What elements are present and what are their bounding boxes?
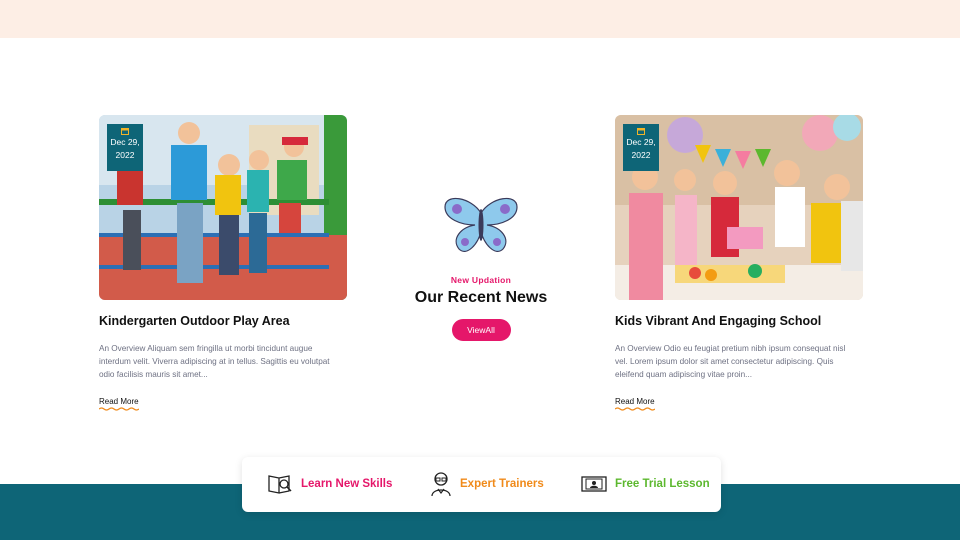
date-badge: Dec 29, 2022 [107, 124, 143, 171]
news-card-2-photo[interactable]: Dec 29, 2022 [615, 115, 863, 300]
trainer-icon [431, 472, 451, 497]
top-band [0, 0, 960, 38]
wavy-underline [615, 407, 655, 411]
date-line-2: 2022 [631, 150, 651, 160]
news-card-2-text: An Overview Odio eu feugiat pretium nibh… [615, 344, 846, 379]
date-badge: Dec 29, 2022 [623, 124, 659, 171]
read-more-link-2[interactable]: Read More [615, 397, 655, 411]
feature-label: Expert Trainers [460, 478, 544, 490]
news-card-1-photo[interactable]: Dec 29, 2022 [99, 115, 347, 300]
features-bar: Learn New Skills Expert Trainers Free Tr… [242, 457, 721, 512]
view-all-button[interactable]: ViewAll [451, 319, 511, 341]
read-more-label: Read More [99, 397, 139, 406]
news-card-1-title[interactable]: Kindergarten Outdoor Play Area [99, 314, 347, 328]
calendar-icon [637, 128, 645, 135]
read-more-label: Read More [615, 397, 655, 406]
feature-label: Learn New Skills [301, 478, 393, 490]
book-search-icon [268, 475, 292, 494]
feature-label: Free Trial Lesson [615, 478, 710, 490]
date-line-1: Dec 29, [110, 137, 140, 147]
feature-free-trial-lesson[interactable]: Free Trial Lesson [581, 471, 710, 497]
news-card-2-title[interactable]: Kids Vibrant And Engaging School [615, 314, 863, 328]
video-lesson-icon [581, 476, 607, 492]
wavy-underline [99, 407, 139, 411]
read-more-link-1[interactable]: Read More [99, 397, 139, 411]
feature-learn-new-skills[interactable]: Learn New Skills [267, 471, 392, 497]
section-kicker: New Updation [450, 275, 512, 285]
section-title: Our Recent News [414, 289, 548, 306]
feature-expert-trainers[interactable]: Expert Trainers [430, 471, 544, 497]
date-line-1: Dec 29, [626, 137, 656, 147]
date-line-2: 2022 [115, 150, 135, 160]
news-card-1: Dec 29, 2022 Kindergarten Outdoor Play A… [99, 115, 347, 411]
news-card-2: Dec 29, 2022 Kids Vibrant And Engaging S… [615, 115, 863, 411]
calendar-icon [121, 128, 129, 135]
news-card-1-text: An Overview Aliquam sem fringilla ut mor… [99, 344, 330, 379]
recent-news-header: New Updation Our Recent News ViewAll [381, 195, 581, 341]
butterfly-icon [444, 197, 518, 252]
